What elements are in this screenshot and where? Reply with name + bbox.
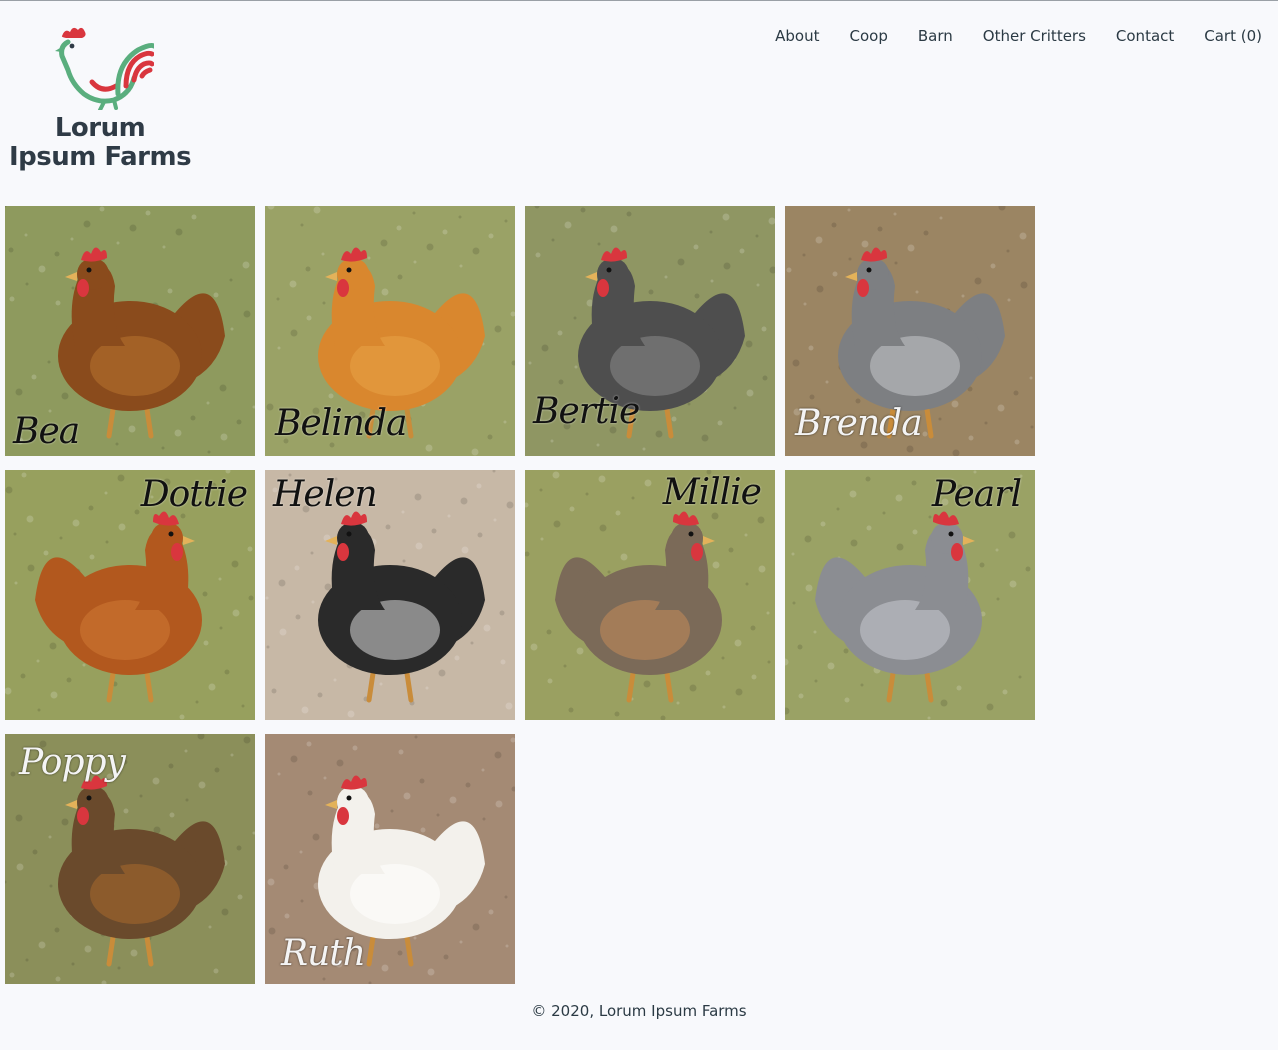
chicken-name: Brenda [795,403,923,444]
nav-cart[interactable]: Cart (0) [1204,25,1262,47]
top-border [0,0,1278,1]
chicken-name: Bea [13,411,80,452]
site-logo-link[interactable]: Lorum Ipsum Farms [8,24,198,180]
chicken-name: Dottie [140,474,248,515]
rooster-icon [55,27,154,110]
chicken-name: Pearl [931,474,1022,515]
brand-line-1: Lorum [54,113,146,143]
chicken-tile-bertie[interactable]: Bertie [525,206,775,456]
main-nav: About Coop Barn Other Critters Contact C… [745,25,1262,47]
brand-line-2: Ipsum Farms [8,142,192,172]
chicken-tile-pearl[interactable]: Pearl [785,470,1035,720]
nav-about[interactable]: About [775,25,819,47]
footer-copyright: © 2020, Lorum Ipsum Farms [531,1002,747,1020]
chicken-tile-millie[interactable]: Millie [525,470,775,720]
chicken-tile-bea[interactable]: Bea [5,206,255,456]
chicken-tile-dottie[interactable]: Dottie [5,470,255,720]
nav-other-critters[interactable]: Other Critters [983,25,1086,47]
chicken-name: Belinda [275,403,407,444]
chicken-tile-ruth[interactable]: Ruth [265,734,515,984]
nav-contact[interactable]: Contact [1116,25,1174,47]
chicken-name: Poppy [19,742,126,783]
nav-barn[interactable]: Barn [918,25,953,47]
brand-name: Lorum Ipsum Farms [8,114,192,172]
nav-coop[interactable]: Coop [850,25,888,47]
chicken-name: Helen [273,474,378,515]
chicken-name: Millie [662,472,762,513]
chicken-tile-helen[interactable]: Helen [265,470,515,720]
chicken-name: Ruth [281,933,366,974]
chicken-tile-brenda[interactable]: Brenda [785,206,1035,456]
chicken-name: Bertie [533,391,640,432]
chicken-tile-belinda[interactable]: Belinda [265,206,515,456]
chicken-tile-poppy[interactable]: Poppy [5,734,255,984]
